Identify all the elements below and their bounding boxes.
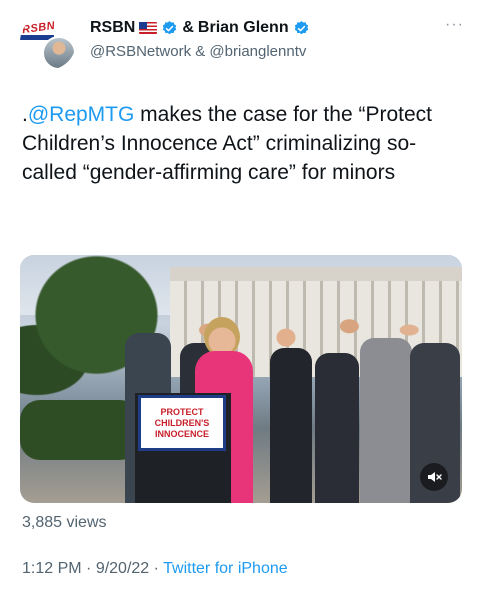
person-figure (270, 348, 312, 503)
verified-badge-icon (163, 20, 177, 34)
avatar[interactable]: RSBN (20, 14, 76, 70)
tweet-time[interactable]: 1:12 PM (22, 560, 82, 577)
mute-button[interactable] (420, 463, 448, 491)
source-app-link[interactable]: Twitter for iPhone (163, 560, 288, 577)
person-figure (315, 353, 359, 503)
author-handles[interactable]: @RSBNetwork & @brianglenntv (90, 42, 314, 62)
verified-badge-icon (294, 20, 308, 34)
tweet-date[interactable]: 9/20/22 (96, 560, 149, 577)
meta-separator: · (81, 560, 96, 577)
author-names: RSBN & Brian Glenn @RSBNetwork & @briang… (90, 18, 314, 62)
tweet-text: .@RepMTG makes the case for the “Protect… (22, 100, 462, 187)
mention-link[interactable]: @RepMTG (28, 103, 135, 126)
author1-name[interactable]: RSBN (90, 18, 135, 38)
us-flag-icon (139, 22, 158, 34)
mute-icon (428, 472, 442, 482)
person-figure (360, 338, 412, 503)
podium-sign: PROTECT CHILDREN'S INNOCENCE (138, 395, 226, 451)
avatar-person-image (42, 36, 76, 70)
author-connector: & (182, 19, 194, 36)
rsbn-logo-text: RSBN (21, 19, 56, 37)
video-player[interactable]: PROTECT CHILDREN'S INNOCENCE (20, 255, 462, 503)
meta-separator: · (149, 560, 164, 577)
display-name-row[interactable]: RSBN & Brian Glenn (90, 18, 314, 38)
view-count: 3,885 views (22, 514, 107, 531)
tweet-header: RSBN RSBN & Brian Glenn @RSBNetwork & @b… (20, 14, 464, 78)
tweet-meta: 1:12 PM · 9/20/22 · Twitter for iPhone (22, 560, 288, 578)
author2-name[interactable]: Brian Glenn (198, 18, 289, 38)
more-options-icon[interactable]: ··· (445, 16, 464, 34)
